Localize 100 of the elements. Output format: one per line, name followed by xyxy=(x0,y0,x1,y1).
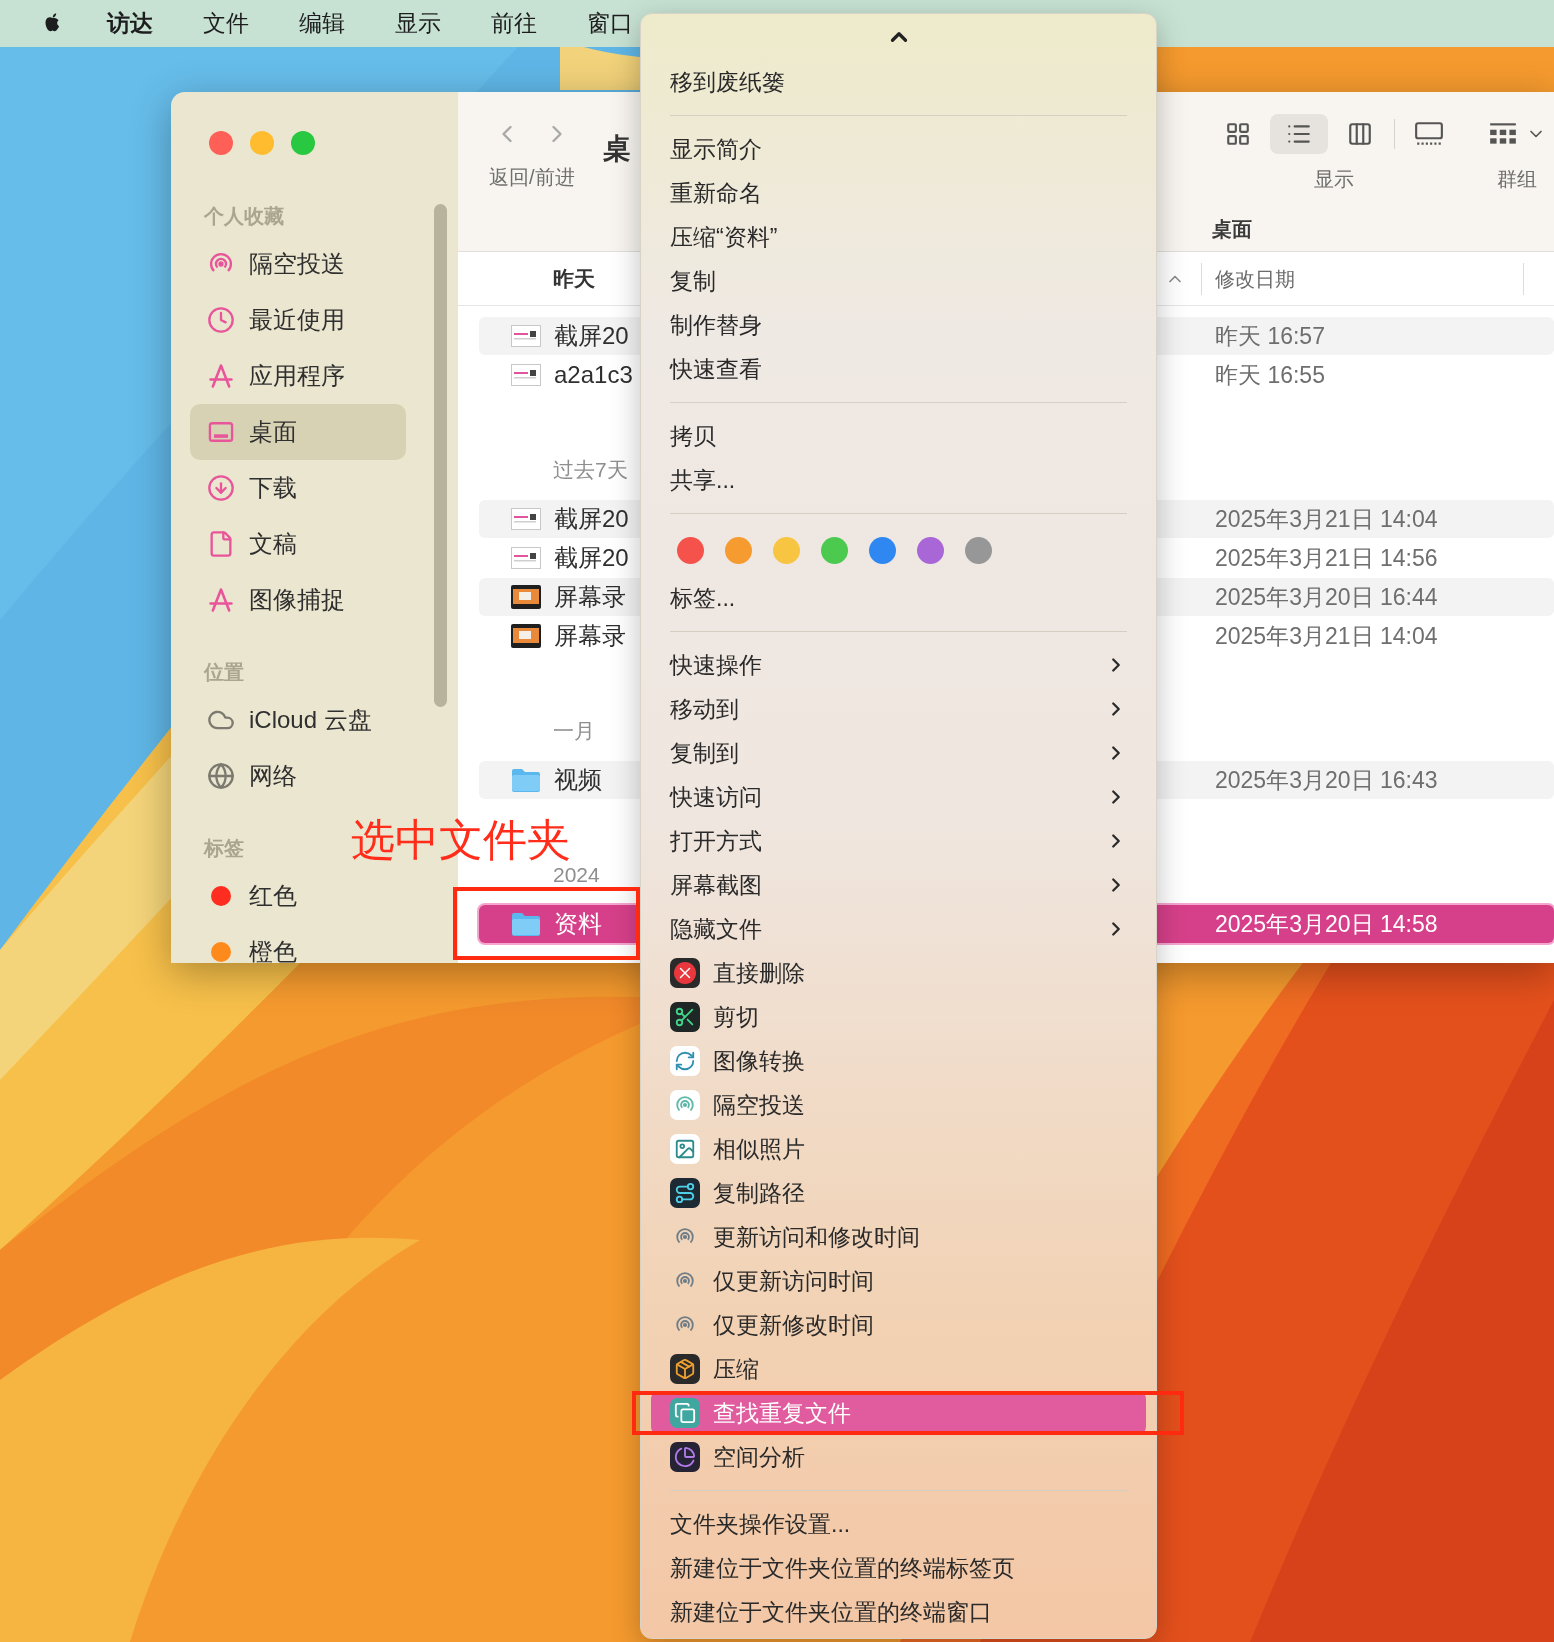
menu-item[interactable]: 重新命名 xyxy=(651,171,1146,215)
menu-item[interactable]: 快速操作 xyxy=(651,643,1146,687)
file-date: 2025年3月21日 14:04 xyxy=(1214,504,1439,534)
menu-item[interactable]: 直接删除 xyxy=(651,951,1146,995)
path-label: 桌面 xyxy=(1211,217,1253,242)
file-date: 2025年3月21日 14:04 xyxy=(1214,621,1439,651)
menu-item[interactable]: 屏幕截图 xyxy=(651,863,1146,907)
photo-icon xyxy=(670,1134,700,1164)
sidebar-item[interactable]: 图像捕捉 xyxy=(190,572,406,628)
sidebar-item[interactable]: 最近使用 xyxy=(190,292,406,348)
menu-item[interactable]: 仅更新修改时间 xyxy=(651,1303,1146,1347)
sidebar-section-title: 位置 xyxy=(204,660,244,685)
file-date: 2025年3月20日 14:58 xyxy=(1214,909,1439,939)
file-name: 截屏20 xyxy=(554,504,629,534)
menu-item[interactable]: 更新访问和修改时间 xyxy=(651,1215,1146,1259)
view-mode-button[interactable] xyxy=(1270,114,1328,154)
menu-bar-item[interactable]: 前往 xyxy=(491,12,537,35)
sidebar-section-title: 标签 xyxy=(204,836,244,861)
gallery-icon xyxy=(1414,121,1444,147)
menu-item[interactable]: 移动到 xyxy=(651,687,1146,731)
menu-item[interactable]: 压缩 xyxy=(651,1347,1146,1391)
triangle-lines-icon xyxy=(207,362,235,390)
menu-item[interactable]: 显示简介 xyxy=(651,127,1146,171)
menu-item[interactable]: 快速访问 xyxy=(651,775,1146,819)
route-icon xyxy=(670,1178,700,1208)
file-name: 视频 xyxy=(554,765,602,795)
sidebar-section-title: 个人收藏 xyxy=(204,204,284,229)
group-header: 昨天 xyxy=(552,265,596,292)
copy-icon xyxy=(670,1398,700,1428)
sidebar-item[interactable]: 桌面 xyxy=(190,404,406,460)
file-date: 2025年3月20日 16:43 xyxy=(1214,765,1439,795)
menu-item[interactable]: 拷贝 xyxy=(651,414,1146,458)
triangle-lines-icon xyxy=(207,586,235,614)
menu-item[interactable]: 移到废纸篓 xyxy=(651,60,1146,104)
file-name: 屏幕录 xyxy=(554,582,626,612)
file-name: 资料 xyxy=(554,909,602,939)
file-date: 昨天 16:55 xyxy=(1214,360,1326,390)
close-window-button[interactable] xyxy=(209,131,233,155)
menu-item[interactable]: 文件夹操作设置... xyxy=(651,1502,1146,1546)
menu-item[interactable]: 剪切 xyxy=(651,995,1146,1039)
sidebar-item[interactable]: 文稿 xyxy=(190,516,406,572)
sidebar-item[interactable]: 网络 xyxy=(190,748,406,804)
file-name: 屏幕录 xyxy=(554,621,626,651)
sidebar-item[interactable]: 下载 xyxy=(190,460,406,516)
video-thumbnail-icon xyxy=(511,624,541,648)
column-header[interactable]: 修改日期 xyxy=(1215,263,1523,294)
menu-bar-item[interactable]: 窗口 xyxy=(587,12,633,35)
menu-item[interactable]: 相似照片 xyxy=(651,1127,1146,1171)
toolbar-label: 显示 xyxy=(1313,167,1354,192)
menu-bar-item[interactable]: 访达 xyxy=(107,12,153,35)
file-name: 截屏20 xyxy=(554,321,629,351)
zoom-window-button[interactable] xyxy=(291,131,315,155)
menu-item[interactable]: 仅更新访问时间 xyxy=(651,1259,1146,1303)
file-date: 昨天 16:57 xyxy=(1214,321,1326,351)
menu-item[interactable]: 新建位于文件夹位置的终端标签页 xyxy=(651,1546,1146,1590)
menu-item[interactable]: 隔空投送 xyxy=(651,1083,1146,1127)
toolbar-label: 群组 xyxy=(1497,167,1537,192)
sidebar-item[interactable]: 红色 xyxy=(190,868,406,924)
menu-item[interactable]: 复制路径 xyxy=(651,1171,1146,1215)
group-header: 一月 xyxy=(552,717,595,744)
screenshot-thumbnail-icon xyxy=(511,364,541,386)
menu-item[interactable]: 新建位于文件夹位置的终端窗口 xyxy=(651,1590,1146,1634)
menu-item[interactable]: 快速查看 xyxy=(651,347,1146,391)
menu-item[interactable]: 标签... xyxy=(651,576,1146,620)
menu-item[interactable]: 压缩“资料” xyxy=(651,215,1146,259)
sidebar-item[interactable]: 应用程序 xyxy=(190,348,406,404)
menu-item[interactable]: 打开方式 xyxy=(651,819,1146,863)
group-header: 2024 xyxy=(552,861,600,888)
sidebar-item[interactable]: 隔空投送 xyxy=(190,236,406,292)
grid-dots-icon xyxy=(1488,121,1518,147)
menu-item[interactable]: 复制到 xyxy=(651,731,1146,775)
package-icon xyxy=(670,1354,700,1384)
menu-item[interactable]: 复制 xyxy=(651,259,1146,303)
toolbar-label: 返回/前进 xyxy=(489,165,575,190)
folder-icon xyxy=(511,767,541,793)
menu-bar-item[interactable]: 显示 xyxy=(395,12,441,35)
menu-item[interactable]: 隐藏文件 xyxy=(651,907,1146,951)
screenshot-thumbnail-icon xyxy=(511,508,541,530)
menu-item[interactable]: 制作替身 xyxy=(651,303,1146,347)
file-date: 2025年3月21日 14:56 xyxy=(1214,543,1439,573)
close-icon xyxy=(670,958,700,988)
sidebar-item[interactable]: iCloud 云盘 xyxy=(190,692,406,748)
file-name: a2a1c3 xyxy=(554,360,633,390)
chart-icon xyxy=(670,1442,700,1472)
folder-icon xyxy=(511,911,541,937)
sidebar-item[interactable]: 橙色 xyxy=(190,924,406,963)
scrollbar[interactable] xyxy=(434,204,447,707)
clock-icon xyxy=(207,306,235,334)
menu-bar-item[interactable]: 文件 xyxy=(203,12,249,35)
annotation-text: 选中文件夹 xyxy=(351,818,571,862)
menu-bar-item[interactable]: 编辑 xyxy=(299,12,345,35)
menu-item[interactable]: 共享... xyxy=(651,458,1146,502)
video-thumbnail-icon xyxy=(511,585,541,609)
menu-item[interactable]: 图像转换 xyxy=(651,1039,1146,1083)
columns-icon xyxy=(1347,121,1373,147)
screenshot-thumbnail-icon xyxy=(511,325,541,347)
group-header: 过去7天 xyxy=(552,456,628,483)
file-date: 2025年3月20日 16:44 xyxy=(1214,582,1439,612)
signal-rings-icon xyxy=(670,1090,700,1120)
menu-item[interactable]: 空间分析 xyxy=(651,1435,1146,1479)
